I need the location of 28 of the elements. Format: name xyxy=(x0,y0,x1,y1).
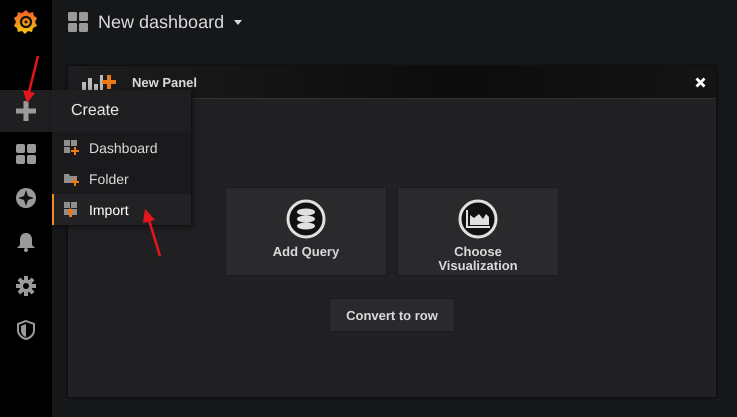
plus-icon xyxy=(16,101,36,121)
annotation-arrow xyxy=(22,54,42,104)
compass-icon xyxy=(16,188,36,208)
menu-item[interactable]: Folder xyxy=(52,163,191,194)
grid-icon xyxy=(68,12,88,32)
caret-icon[interactable] xyxy=(234,20,242,24)
import-icon xyxy=(64,202,79,217)
database-icon xyxy=(286,199,326,239)
sidebar-item[interactable] xyxy=(0,90,52,132)
bell-icon xyxy=(16,232,36,252)
gear-icon xyxy=(16,276,36,296)
area-chart-icon xyxy=(458,199,498,239)
menu-item[interactable]: Dashboard xyxy=(52,132,191,163)
panel-action-button[interactable]: Add Query xyxy=(225,187,387,276)
annotation-arrow xyxy=(142,208,164,258)
panel-title: New Panel xyxy=(132,74,198,90)
grid-icon xyxy=(16,144,36,164)
folder-plus-icon xyxy=(64,171,79,186)
shield-icon xyxy=(16,320,36,340)
logo-icon[interactable] xyxy=(14,9,38,35)
add-panel-icon xyxy=(82,74,116,90)
dashboard-plus-icon xyxy=(64,140,79,155)
menu-title: Create xyxy=(52,90,191,132)
close-icon[interactable] xyxy=(695,76,706,88)
panel-action-button[interactable]: Choose Visualization xyxy=(397,187,559,276)
convert-to-row-button[interactable]: Convert to row xyxy=(329,298,455,332)
dashboard-title[interactable]: New dashboard xyxy=(98,12,224,32)
menu-item[interactable]: Import xyxy=(52,194,191,225)
